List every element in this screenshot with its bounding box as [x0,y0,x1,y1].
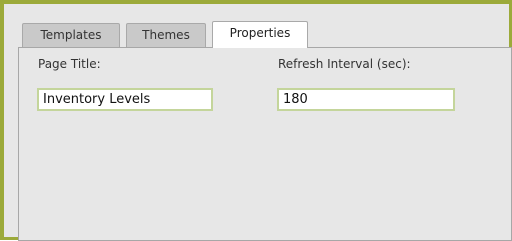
page-title-label: Page Title: [38,57,101,71]
tab-properties[interactable]: Properties [212,21,308,48]
page-title-input[interactable] [37,88,213,111]
properties-panel: Page Title: Refresh Interval (sec): [18,47,512,241]
properties-window: Templates Themes Properties Page Title: … [0,0,512,241]
tab-templates[interactable]: Templates [22,23,120,47]
refresh-interval-label: Refresh Interval (sec): [278,57,411,71]
tab-themes[interactable]: Themes [126,23,206,47]
refresh-interval-input[interactable] [277,88,455,111]
